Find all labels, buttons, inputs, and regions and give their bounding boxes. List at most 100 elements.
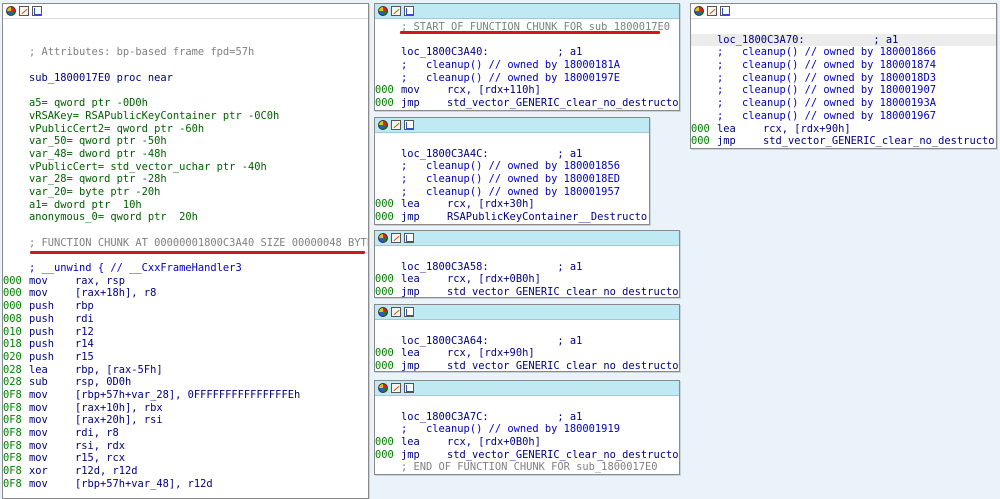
instruction-line[interactable]: 010 push r12 [3, 326, 368, 339]
graph-icon[interactable] [404, 6, 414, 16]
node-titlebar[interactable] [375, 381, 679, 396]
node-titlebar[interactable] [3, 4, 368, 19]
edit-icon[interactable] [391, 120, 401, 130]
edit-icon[interactable] [391, 233, 401, 243]
edit-icon[interactable] [707, 6, 717, 16]
instruction-line[interactable]: 0F8 mov [rbp+57h+var_28], 0FFFFFFFFFFFFFFF… [3, 389, 368, 402]
stack-variable[interactable]: vRSAKey= RSAPublicKeyContainer ptr -0C0h [3, 110, 368, 123]
node-titlebar[interactable] [691, 4, 996, 19]
stack-variable[interactable]: var_20= byte ptr -20h [3, 186, 368, 199]
stack-variable[interactable]: a5= qword ptr -0D0h [3, 97, 368, 110]
instruction-line[interactable]: 000 lea rcx, [rdx+30h] [375, 198, 649, 211]
instruction-line[interactable]: 0F8 mov rsi, rdx [3, 440, 368, 453]
node-titlebar[interactable] [375, 4, 679, 19]
instruction-line[interactable]: 000 mov rax, rsp [3, 275, 368, 288]
instruction-line[interactable]: 000 mov rcx, [rdx+110h] [375, 84, 679, 97]
node-titlebar[interactable] [375, 118, 649, 133]
edit-icon[interactable] [391, 307, 401, 317]
color-icon[interactable] [378, 307, 388, 317]
instruction-line[interactable]: 018 push r14 [3, 338, 368, 351]
instruction-line[interactable]: 000 jmp std_vector_GENERIC_clear_no_destru… [375, 449, 679, 462]
node-loc-1800c3a40[interactable]: ; START OF FUNCTION CHUNK FOR sub_180001… [374, 3, 680, 111]
instruction-line[interactable]: 000 mov [rax+18h], r8 [3, 287, 368, 300]
cleanup-comment: ; cleanup() // owned by 18000181A [375, 59, 679, 72]
instruction-line[interactable]: 000 lea rcx, [rdx+90h] [691, 123, 996, 136]
edit-icon[interactable] [391, 6, 401, 16]
operands: [rax+18h], r8 [75, 287, 157, 300]
color-icon[interactable] [6, 6, 16, 16]
edit-icon[interactable] [391, 383, 401, 393]
code-label[interactable]: loc_1800C3A70: ; a1 [691, 33, 996, 47]
code-label[interactable]: loc_1800C3A4C: ; a1 [375, 148, 649, 161]
comment-text: ; cleanup() // owned by 180001866 [717, 46, 936, 59]
code-label[interactable]: loc_1800C3A64: ; a1 [375, 335, 679, 348]
stack-offset: 0F8 [3, 477, 22, 490]
code-label[interactable]: loc_1800C3A40: ; a1 [375, 46, 679, 59]
comment-text: ; cleanup() // owned by 180001919 [401, 423, 620, 436]
instruction-line[interactable]: 0F8 xor r12d, r12d [3, 465, 368, 478]
instruction-line[interactable]: 000 lea rcx, [rdx+0B0h] [375, 436, 679, 449]
instruction-line[interactable]: 000 jmp std_vector_GENERIC_clear_no_destru… [375, 360, 679, 371]
node-titlebar[interactable] [375, 231, 679, 246]
stack-variable[interactable]: vPublicCert2= qword ptr -60h [3, 123, 368, 136]
instruction-line[interactable]: 000 push rbp [3, 300, 368, 313]
stack-offset: 000 [375, 97, 394, 110]
instruction-line[interactable]: 0F8 mov r15, rcx [3, 452, 368, 465]
stack-variable[interactable]: anonymous_0= qword ptr 20h [3, 211, 368, 224]
comment-line: ; FUNCTION CHUNK AT 00000001800C3A40 SIZ… [3, 237, 368, 250]
color-icon[interactable] [378, 6, 388, 16]
instruction-line[interactable]: 020 push r15 [3, 351, 368, 364]
stack-offset: 000 [375, 347, 394, 360]
stack-variable[interactable]: vPublicCert= std_vector_uchar ptr -40h [3, 161, 368, 174]
color-icon[interactable] [694, 6, 704, 16]
color-icon[interactable] [378, 120, 388, 130]
graph-icon[interactable] [404, 383, 414, 393]
instruction-line[interactable]: 000 jmp RSAPublicKeyContainer__Destructor [375, 211, 649, 224]
code-label[interactable]: loc_1800C3A7C: ; a1 [375, 411, 679, 424]
operands: rbp [75, 300, 94, 313]
cleanup-comment: ; cleanup() // owned by 18000193A [691, 97, 996, 110]
mnemonic: mov [29, 414, 48, 427]
graph-icon[interactable] [720, 6, 730, 16]
instruction-line[interactable]: 000 lea rcx, [rdx+0B0h] [375, 273, 679, 286]
instruction-line[interactable]: 000 jmp std_vector_GENERIC_clear_no_destru… [691, 135, 996, 148]
graph-icon[interactable] [404, 120, 414, 130]
graph-icon[interactable] [32, 6, 42, 16]
instruction-line[interactable]: 008 push rdi [3, 313, 368, 326]
node-titlebar[interactable] [375, 305, 679, 320]
instruction-line[interactable]: 000 jmp std_vector_GENERIC_clear_no_destru… [375, 286, 679, 297]
instruction-line[interactable]: 0F8 mov [rbp+57h+var_48], r12d [3, 478, 368, 491]
instruction-line[interactable]: 000 lea rcx, [rdx+90h] [375, 347, 679, 360]
label-text: loc_1800C3A7C: ; a1 [401, 410, 583, 423]
stack-variable[interactable]: var_48= dword ptr -48h [3, 148, 368, 161]
operands: rcx, [rdx+90h] [447, 347, 535, 360]
instruction-line[interactable]: 0F8 mov [rax+20h], rsi [3, 414, 368, 427]
mnemonic: mov [29, 388, 48, 401]
instruction-line[interactable]: 000 jmp std_vector_GENERIC_clear_no_destru… [375, 97, 679, 110]
instruction-line[interactable]: 028 lea rbp, [rax-5Fh] [3, 364, 368, 377]
node-loc-1800c3a70[interactable]: loc_1800C3A70: ; a1; cleanup() // owned … [690, 3, 997, 149]
code-label[interactable]: loc_1800C3A58: ; a1 [375, 261, 679, 274]
stack-variable[interactable]: a1= dword ptr 10h [3, 199, 368, 212]
mnemonic: mov [29, 452, 48, 465]
comment-text: ; Attributes: bp-based frame fpd=57h [29, 46, 255, 59]
node-loc-1800c3a64[interactable]: loc_1800C3A64: ; a1 000 lea rcx, [rdx+90h] 0… [374, 304, 680, 372]
variable-text: anonymous_0= qword ptr 20h [29, 211, 198, 224]
instruction-line[interactable]: 0F8 mov rdi, r8 [3, 427, 368, 440]
instruction-line[interactable]: 028 sub rsp, 0D0h [3, 376, 368, 389]
graph-icon[interactable] [404, 307, 414, 317]
graph-icon[interactable] [404, 233, 414, 243]
node-loc-1800c3a4c[interactable]: loc_1800C3A4C: ; a1; cleanup() // owned … [374, 117, 650, 225]
node-loc-1800c3a58[interactable]: loc_1800C3A58: ; a1 000 lea rcx, [rdx+0B0h]… [374, 230, 680, 298]
instruction-line[interactable]: 0F8 mov [rax+10h], rbx [3, 402, 368, 415]
node-lines: loc_1800C3A7C: ; a1; cleanup() // owned … [375, 396, 679, 474]
node-loc-1800c3a7c[interactable]: loc_1800C3A7C: ; a1; cleanup() // owned … [374, 380, 680, 475]
node-lines: ; Attributes: bp-based frame fpd=57h sub_… [3, 19, 368, 490]
operands: r15, rcx [75, 452, 126, 465]
stack-variable[interactable]: var_50= qword ptr -50h [3, 135, 368, 148]
color-icon[interactable] [378, 233, 388, 243]
color-icon[interactable] [378, 383, 388, 393]
code-label[interactable]: sub_1800017E0 proc near [3, 72, 368, 85]
edit-icon[interactable] [19, 6, 29, 16]
stack-variable[interactable]: var_28= qword ptr -28h [3, 173, 368, 186]
